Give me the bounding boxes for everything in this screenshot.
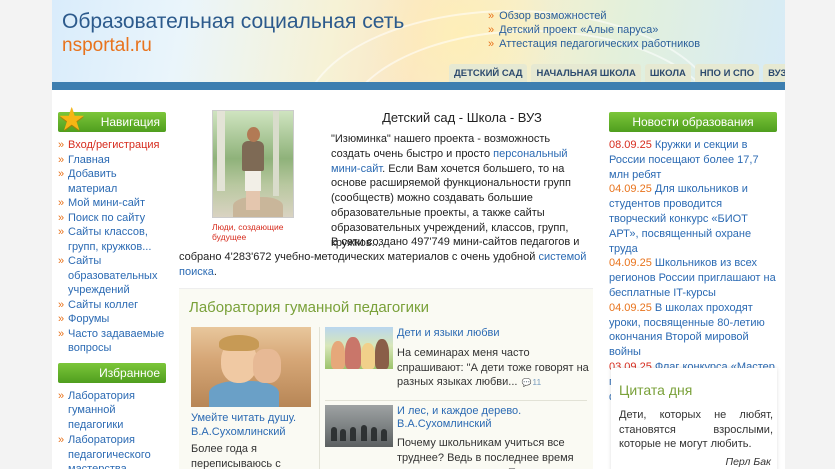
news-item[interactable]: 04.09.25 Для школьников и студентов пров… <box>609 182 777 256</box>
lab-main-article-title[interactable]: Умейте читать душу. В.А.Сухомлинский <box>191 412 315 439</box>
article-excerpt-text: На семинарах меня часто спрашивают: "А д… <box>397 347 589 388</box>
news-item[interactable]: 08.09.25 Кружки и секции в России посеща… <box>609 138 777 182</box>
news-item[interactable]: 04.09.25 В школах проходят уроки, посвящ… <box>609 301 777 360</box>
quote-text: Дети, которых не любят, становятся взрос… <box>619 409 773 450</box>
news-date: 04.09.25 <box>609 257 652 270</box>
featured-photo-image <box>212 110 294 218</box>
nav-item-add-material[interactable]: Добавить материал <box>58 167 166 196</box>
left-sidebar: ★ Навигация Вход/регистрация Главная Доб… <box>57 103 166 469</box>
news-date: 04.09.25 <box>609 301 652 314</box>
article-thumbnail[interactable] <box>325 405 393 447</box>
header-link-certification[interactable]: Аттестация педагогических работников <box>488 37 700 51</box>
favorite-item[interactable]: Лаборатория гуманной педагогики <box>58 389 166 433</box>
article-title[interactable]: И лес, и каждое дерево. В.А.Сухомлинский <box>397 405 593 431</box>
page: Образовательная социальная сеть nsportal… <box>52 0 785 469</box>
intro-text-part: . <box>213 265 217 278</box>
page-margin-right <box>783 0 835 469</box>
navigation-list: Вход/регистрация Главная Добавить матери… <box>58 138 166 356</box>
site-title[interactable]: Образовательная социальная сеть <box>62 10 404 34</box>
tab-kindergarten[interactable]: ДЕТСКИЙ САД <box>449 64 528 82</box>
site-logo[interactable]: nsportal.ru <box>62 35 152 57</box>
level-tabs: ДЕТСКИЙ САД НАЧАЛЬНАЯ ШКОЛА ШКОЛА НПО И … <box>449 64 785 82</box>
intro-title: Детский сад - Школа - ВУЗ <box>382 110 542 125</box>
nav-item-class-sites[interactable]: Сайты классов, групп, кружков... <box>58 225 166 254</box>
header-links: Обзор возможностей Детский проект «Алые … <box>488 9 700 51</box>
nav-item-forums[interactable]: Форумы <box>58 312 166 327</box>
comment-count[interactable]: 11 <box>521 377 541 387</box>
favorites-list: Лаборатория гуманной педагогики Лаборато… <box>58 389 166 469</box>
nav-item-home[interactable]: Главная <box>58 153 166 168</box>
news-list: 08.09.25 Кружки и секции в России посеща… <box>609 138 777 404</box>
lab-main-article-text: Более года я переписываюсь с <box>191 443 281 469</box>
tab-university[interactable]: ВУЗ <box>763 64 785 82</box>
star-icon: ★ <box>57 101 86 137</box>
nav-item-login[interactable]: Вход/регистрация <box>58 138 166 153</box>
lab-main-photo[interactable] <box>191 327 311 407</box>
quote-title: Цитата дня <box>619 382 693 398</box>
divider <box>325 400 587 401</box>
divider <box>319 327 320 469</box>
header-bar <box>52 82 785 90</box>
news-date: 04.09.25 <box>609 183 652 196</box>
quote-author: Перл Бак <box>725 456 771 468</box>
article-title[interactable]: Дети и языки любви <box>397 327 593 340</box>
intro-text: "Изюминка" нашего проекта - возможность … <box>331 132 589 250</box>
site-header: Образовательная социальная сеть nsportal… <box>52 0 785 82</box>
nav-item-my-site[interactable]: Мой мини-сайт <box>58 196 166 211</box>
article-excerpt-text: Почему школьникам учиться все труднее? В… <box>397 437 574 469</box>
nav-item-colleague-sites[interactable]: Сайты коллег <box>58 298 166 313</box>
tab-primary-school[interactable]: НАЧАЛЬНАЯ ШКОЛА <box>531 64 641 82</box>
news-header[interactable]: Новости образования <box>609 112 777 132</box>
favorite-item[interactable]: Лаборатория педагогического мастерства <box>58 433 166 469</box>
right-sidebar: Новости образования 08.09.25 Кружки и се… <box>609 112 777 469</box>
quote-of-day: Цитата дня Дети, которых не любят, стано… <box>611 368 777 469</box>
page-margin-left <box>0 0 52 469</box>
article-excerpt: Почему школьникам учиться все труднее? В… <box>397 436 593 469</box>
nav-item-search[interactable]: Поиск по сайту <box>58 211 166 226</box>
featured-photo[interactable] <box>212 110 294 218</box>
intro-text-part: В сети создано 497'749 мини-сайтов педаг… <box>179 236 580 263</box>
favorites-title: Избранное <box>99 365 160 380</box>
nav-item-institution-sites[interactable]: Сайты образовательных учреждений <box>58 254 166 298</box>
tab-npo-spo[interactable]: НПО И СПО <box>694 64 760 82</box>
lab-section: Лаборатория гуманной педагогики Умейте ч… <box>179 288 593 469</box>
article-thumbnail[interactable] <box>325 327 393 369</box>
news-item[interactable]: 04.09.25 Школьников из всех регионов Рос… <box>609 256 777 300</box>
favorites-header: Избранное <box>58 362 166 383</box>
intro-stats-text: В сети создано 497'749 мини-сайтов педаг… <box>179 235 593 279</box>
tab-school[interactable]: ШКОЛА <box>644 64 691 82</box>
navigation-header: ★ Навигация <box>57 103 166 135</box>
header-link-scarlet-sails[interactable]: Детский проект «Алые паруса» <box>488 23 700 37</box>
navigation-title: Навигация <box>100 115 160 129</box>
nav-item-faq[interactable]: Часто задаваемые вопросы <box>58 327 166 356</box>
header-link-overview[interactable]: Обзор возможностей <box>488 9 700 23</box>
lab-title[interactable]: Лаборатория гуманной педагогики <box>189 299 429 316</box>
news-date: 08.09.25 <box>609 139 652 151</box>
article-excerpt: На семинарах меня часто спрашивают: "А д… <box>397 346 593 391</box>
